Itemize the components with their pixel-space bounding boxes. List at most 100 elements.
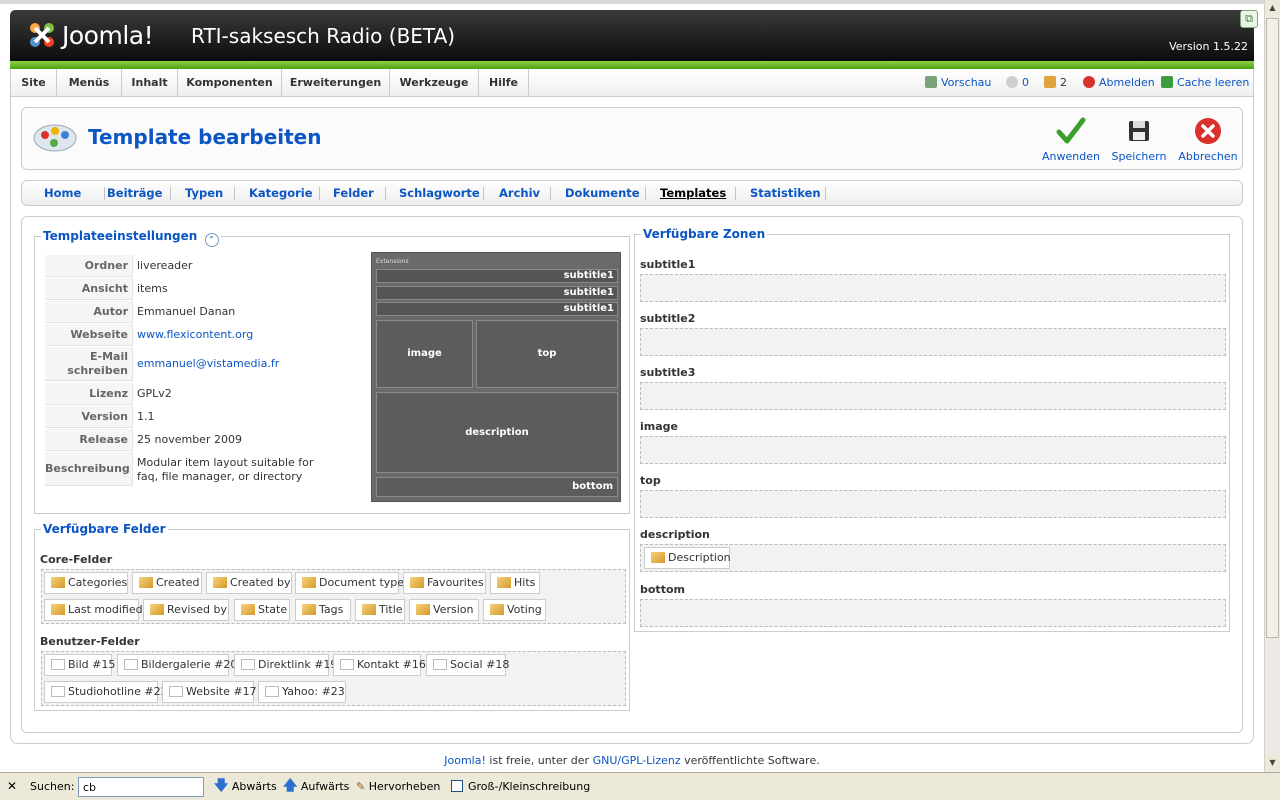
submenu-documents[interactable]: Dokumente [565,181,640,205]
zone-dropbox-subtitle3[interactable] [640,382,1226,410]
collapse-icon[interactable]: ⌃ [204,233,219,247]
scroll-thumb[interactable] [1266,18,1279,638]
field-chip[interactable]: Website #17 [162,681,257,703]
joomla-logo[interactable]: Joomla! [26,19,176,53]
menu-extensions[interactable]: Erweiterungen [282,69,390,96]
preview-label[interactable]: Vorschau [941,76,991,89]
settings-legend[interactable]: Templateeinstellungen ⌃ [41,229,221,247]
footer-joomla-link[interactable]: Joomla! [444,754,486,767]
submenu-separator [550,187,551,200]
find-previous-button[interactable]: 🡅 Aufwärts [283,773,349,800]
submenu-statistics[interactable]: Statistiken [750,181,821,205]
messages-count[interactable]: 0 [1022,76,1029,89]
field-chip[interactable]: Direktlink #19 [234,654,337,676]
submenu-home[interactable]: Home [44,181,81,205]
preview-link[interactable]: Vorschau [925,69,991,96]
setting-row: Ordner livereader [45,255,345,277]
submenu-tags[interactable]: Schlagworte [399,181,480,205]
field-chip[interactable]: Kontakt #16 [333,654,426,676]
checkbox-icon[interactable] [451,780,463,792]
scroll-up-arrow[interactable]: ▲ [1265,0,1280,15]
find-next-button[interactable]: 🡇 Abwärts [214,773,277,800]
footer-license-link[interactable]: GNU/GPL-Lizenz [593,754,681,767]
cache-link[interactable]: Cache leeren [1161,69,1249,96]
field-chip[interactable]: Created by [206,572,292,594]
highlight-button[interactable]: ✎ Hervorheben [356,773,440,800]
field-chip[interactable]: Hits [490,572,540,594]
zone-dropbox-bottom[interactable] [640,599,1226,627]
field-chip[interactable]: Voting [483,599,546,621]
field-chip[interactable]: Document type [295,572,404,594]
find-input[interactable] [78,777,204,797]
footer-text: ist freie, unter der [485,754,593,767]
submenu-fields[interactable]: Felder [333,181,374,205]
zone-dropbox-description[interactable]: Description [640,544,1226,572]
vertical-scrollbar[interactable]: ▲ ▼ [1264,0,1280,772]
field-chip[interactable]: Social #18 [426,654,509,676]
field-pencil-icon [490,604,504,615]
field-chip[interactable]: Studiohotline #22 [44,681,168,703]
field-chip[interactable]: Revised by [143,599,229,621]
messages-link[interactable]: 0 [1006,69,1029,96]
field-chip[interactable]: Favourites [403,572,486,594]
zone-dropbox-image[interactable] [640,436,1226,464]
zone-dropbox-subtitle1[interactable] [640,274,1226,302]
submenu-category[interactable]: Kategorie [249,181,313,205]
scroll-down-arrow[interactable]: ▼ [1265,755,1280,770]
find-close-icon[interactable]: ✕ [7,773,17,800]
save-label: Speichern [1111,150,1167,163]
field-chip[interactable]: Yahoo: #23 [258,681,346,703]
footer-text: veröffentlichte Software. [680,754,820,767]
field-chip[interactable]: Description [644,547,731,569]
core-fields-heading: Core-Felder [40,553,113,566]
submenu-types[interactable]: Typen [185,181,223,205]
logout-link[interactable]: Abmelden [1083,69,1155,96]
users-icon [1044,76,1056,88]
field-pencil-icon [416,604,430,615]
submenu-archive[interactable]: Archiv [499,181,540,205]
save-button[interactable]: Speichern [1104,116,1174,166]
match-case-checkbox[interactable]: Groß-/Kleinschreibung [451,773,590,800]
cache-label[interactable]: Cache leeren [1177,76,1249,89]
submenu-separator [385,187,386,200]
field-chip[interactable]: Categories [44,572,128,594]
logout-label[interactable]: Abmelden [1099,76,1155,89]
field-chip[interactable]: State [234,599,290,621]
setting-value: items [137,282,168,295]
users-link[interactable]: 2 [1044,69,1067,96]
menu-help[interactable]: Hilfe [479,69,529,96]
restore-icon[interactable]: ⧉ [1240,10,1258,28]
field-chip[interactable]: Last modified [44,599,143,621]
fields-legend: Verfügbare Felder [41,522,168,536]
submenu-separator [645,187,646,200]
setting-row: E-Mail schreiben emmanuel@vistamedia.fr [45,347,345,381]
submenu-templates[interactable]: Templates [660,181,726,205]
preview-zone-image: image [376,320,473,388]
setting-value: 25 november 2009 [137,433,242,446]
setting-label: Beschreibung [45,452,133,486]
website-link[interactable]: www.flexicontent.org [137,324,342,346]
field-chip[interactable]: Title [355,599,405,621]
apply-label: Anwenden [1042,150,1100,163]
submenu-items[interactable]: Beiträge [107,181,162,205]
top-border [0,0,1264,4]
zone-dropbox-top[interactable] [640,490,1226,518]
field-chip[interactable]: Bildergalerie #20 [117,654,237,676]
field-chip[interactable]: Tags [295,599,351,621]
field-chip[interactable]: Bild #15 [44,654,115,676]
menu-tools[interactable]: Werkzeuge [390,69,479,96]
field-chip[interactable]: Created [132,572,202,594]
preview-zone-subtitle: subtitle1 [376,302,618,316]
email-link[interactable]: emmanuel@vistamedia.fr [137,347,342,381]
cancel-button[interactable]: Abbrechen [1173,116,1243,166]
zone-dropbox-subtitle2[interactable] [640,328,1226,356]
menu-menus[interactable]: Menüs [57,69,122,96]
menu-components[interactable]: Komponenten [178,69,282,96]
field-chip[interactable]: Version [409,599,479,621]
user-fields-zone: Bild #15 Bildergalerie #20 Direktlink #1… [41,651,626,706]
setting-row: Webseite www.flexicontent.org [45,324,345,346]
menu-site[interactable]: Site [11,69,57,96]
apply-button[interactable]: Anwenden [1036,116,1106,166]
menu-content[interactable]: Inhalt [122,69,178,96]
find-next-label: Abwärts [231,780,277,793]
